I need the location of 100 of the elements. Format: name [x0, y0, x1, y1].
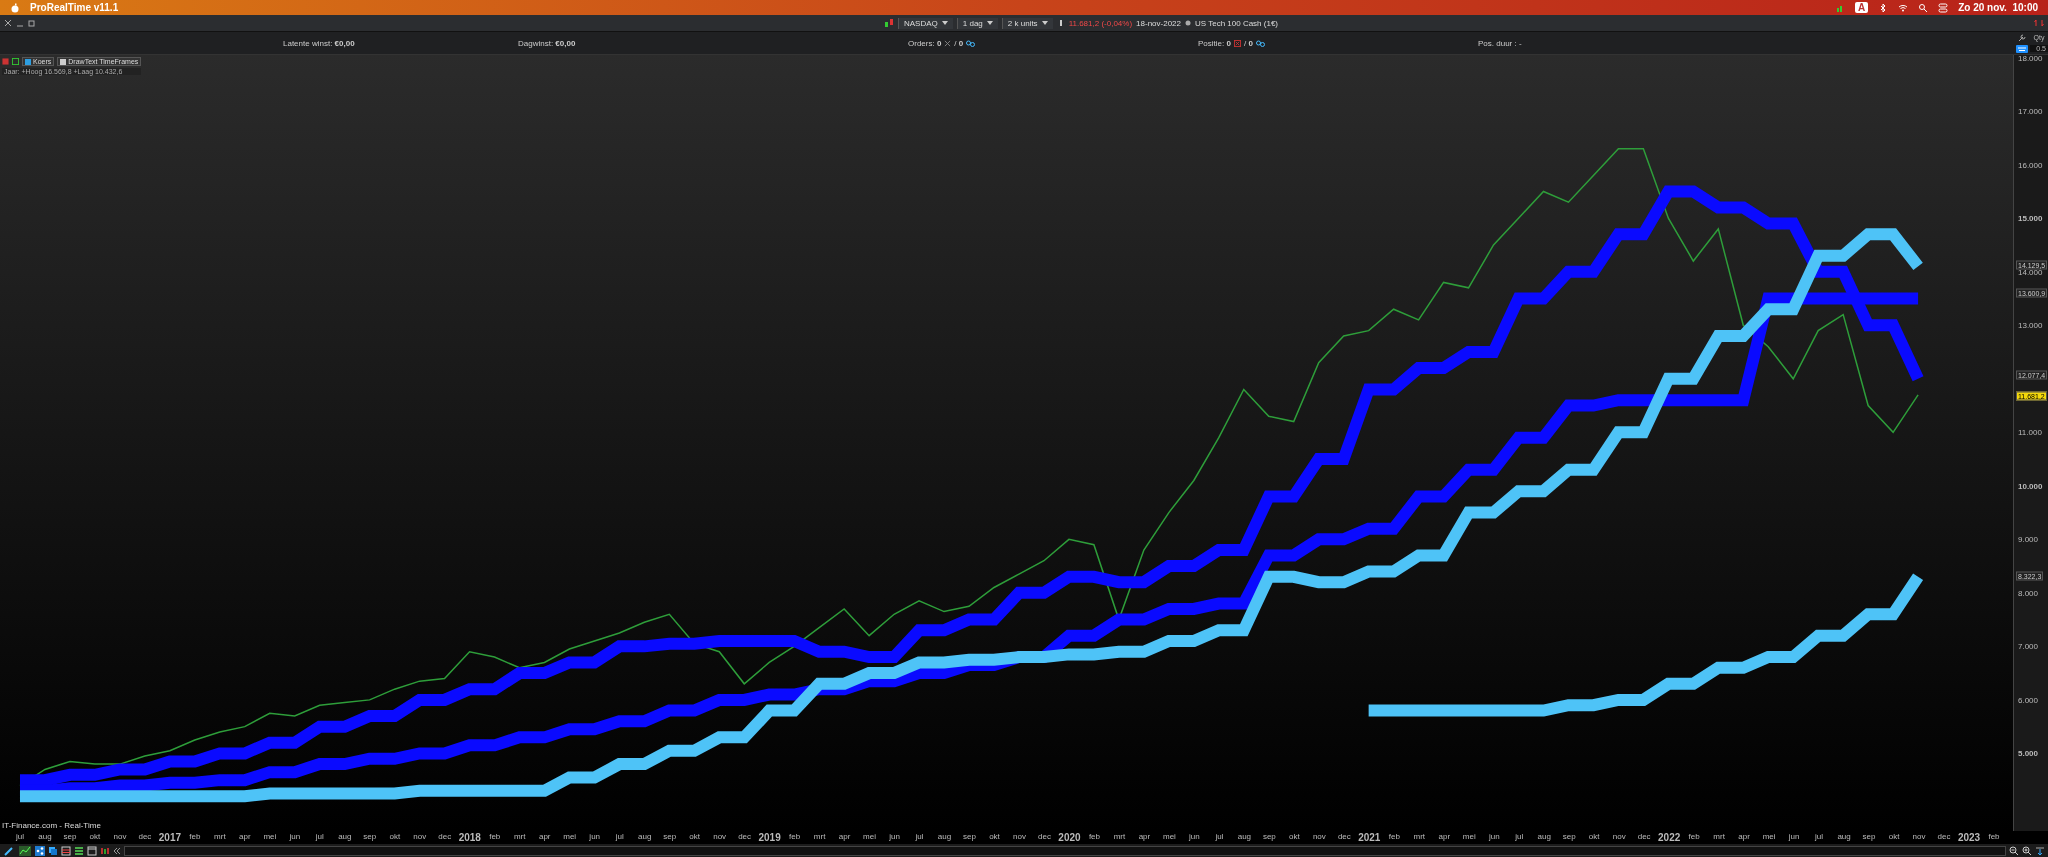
x-tick-label: sep — [1262, 832, 1276, 841]
x-tick-label: aug — [638, 832, 652, 841]
x-tick-label: okt — [89, 832, 101, 841]
y-tick-label: 18.000 — [2018, 53, 2043, 63]
latent-gain: Latente winst: €0,00 — [283, 38, 356, 48]
instrument-name: US Tech 100 Cash (1€) — [1195, 18, 1278, 28]
menu-bar-clock[interactable]: Zo 20 nov. 10:00 — [1958, 2, 2038, 13]
zoom-out-icon[interactable] — [2009, 845, 2019, 856]
x-tick-label: sep — [963, 832, 976, 841]
units-dropdown[interactable]: 2 k units — [1001, 17, 1053, 29]
x-tick-label: dec — [1637, 832, 1651, 841]
x-tick-label: 2023 — [1957, 832, 1981, 843]
separator-text: / 0 — [954, 38, 964, 48]
toggles-icon[interactable] — [1938, 2, 1949, 13]
market-dropdown[interactable]: NASDAQ — [898, 17, 953, 29]
dot-icon — [1185, 20, 1191, 26]
x-tick-label: dec — [138, 832, 152, 841]
x-tick-label: aug — [1837, 832, 1851, 841]
x-tick-label: aug — [38, 832, 52, 841]
period-dropdown[interactable]: 1 dag — [956, 17, 998, 29]
caret-icon — [986, 21, 993, 25]
x-tick-label: apr — [1138, 832, 1151, 841]
scroll-bar[interactable] — [124, 845, 2006, 856]
x-tick-label: mei — [263, 832, 277, 841]
x-tick-label: jul — [1515, 832, 1524, 841]
search-icon[interactable] — [1918, 2, 1929, 13]
x-tick-label: okt — [989, 832, 1000, 841]
x-tick-label: okt — [689, 832, 700, 841]
y-tick-label: 15.000 — [2018, 213, 2043, 223]
x-tick-label: mei — [563, 832, 577, 841]
x-tick-label: 2018 — [458, 832, 481, 843]
wrench-icon[interactable] — [2018, 33, 2026, 42]
x-tick-label: feb — [789, 832, 801, 841]
window-icon[interactable] — [87, 845, 97, 856]
x-tick-label: jun — [889, 832, 900, 841]
caret-icon — [1041, 21, 1048, 25]
x-tick-label: aug — [1537, 832, 1551, 841]
x-tick-label: apr — [1738, 832, 1750, 841]
x-tick-label: jun — [1488, 832, 1500, 841]
list-icon[interactable] — [74, 845, 84, 856]
x-tick-label: dec — [738, 832, 752, 841]
copy-icon[interactable] — [48, 845, 58, 856]
zoom-in-icon[interactable] — [2022, 845, 2032, 856]
x-tick-label: jul — [915, 832, 924, 841]
x-tick-label: 2017 — [158, 832, 182, 843]
legend-checkbox[interactable] — [60, 58, 67, 65]
x-tick-label: mrt — [214, 832, 226, 841]
x-tick-label: mrt — [813, 832, 826, 841]
y-tick-label: 13.000 — [2018, 320, 2043, 330]
x-tick-label: mrt — [1113, 832, 1126, 841]
apple-logo-icon — [10, 2, 20, 13]
x-tick-label: sep — [1562, 832, 1576, 841]
x-tick-label: jul — [1215, 832, 1224, 841]
x-tick-label: jul — [16, 832, 24, 841]
legend-checkbox[interactable] — [25, 58, 31, 65]
table-icon[interactable] — [61, 845, 71, 856]
x-tick-label: aug — [338, 832, 352, 841]
keyboard-icon[interactable] — [2016, 44, 2028, 53]
x-tick-label: dec — [1038, 832, 1051, 841]
y-tick-label: 11.000 — [2018, 427, 2042, 437]
y-tick-label: 8.000 — [2018, 588, 2039, 598]
y-tick-label: 9.000 — [2018, 534, 2039, 544]
quote-date: 18-nov-2022 — [1136, 18, 1181, 28]
x-tick-label: apr — [239, 832, 251, 841]
input-source-indicator[interactable]: A — [1854, 2, 1869, 13]
download-icon[interactable] — [2035, 845, 2045, 856]
x-tick-label: jun — [589, 832, 601, 841]
x-tick-label: sep — [1862, 832, 1876, 841]
position-duration: Pos. duur : - — [1478, 38, 1523, 48]
x-tick-label: sep — [663, 832, 677, 841]
y-tick-label: 6.000 — [2018, 695, 2039, 705]
x-tick-label: feb — [1688, 832, 1700, 841]
restore-icon[interactable] — [28, 19, 36, 27]
x-tick-label: okt — [1289, 832, 1300, 841]
add-icon[interactable] — [12, 58, 19, 65]
x-tick-label: nov — [1013, 832, 1026, 841]
x-tick-label: okt — [1588, 832, 1600, 841]
x-tick-label: nov — [113, 832, 127, 841]
x-tick-label: nov — [1612, 832, 1626, 841]
x-tick-label: apr — [838, 832, 851, 841]
x-tick-label: feb — [1388, 832, 1400, 841]
wifi-icon[interactable] — [1898, 2, 1909, 13]
share-icon[interactable] — [35, 845, 45, 856]
caret-icon — [941, 21, 948, 25]
separator-text: / 0 — [1243, 38, 1253, 48]
x-tick-label: 2021 — [1358, 832, 1381, 843]
double-chevron-icon[interactable] — [113, 845, 121, 856]
x-tick-label: dec — [438, 832, 452, 841]
x-tick-label: jul — [315, 832, 324, 841]
y-tick-label: 5.000 — [2018, 748, 2039, 758]
candlestick-icon[interactable] — [884, 18, 894, 28]
x-tick-label: dec — [1937, 832, 1951, 841]
y-tick-label: 7.000 — [2018, 641, 2039, 651]
chart-line-icon[interactable] — [18, 845, 32, 856]
y-tick-label: 17.000 — [2018, 106, 2043, 116]
x-tick-label: jul — [615, 832, 624, 841]
x-tick-label: nov — [713, 832, 727, 841]
pencil-icon[interactable] — [3, 845, 15, 856]
x-tick-label: jun — [1189, 832, 1200, 841]
y-tick-label: 10.000 — [2018, 481, 2043, 491]
